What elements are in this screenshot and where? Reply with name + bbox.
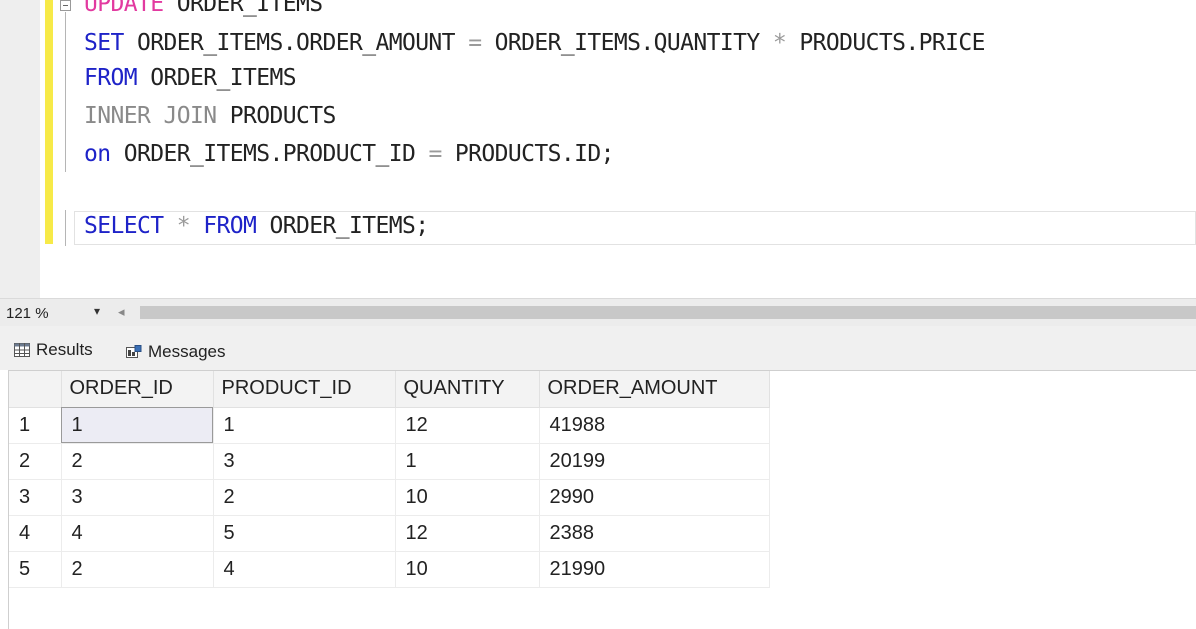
code-line[interactable]: UPDATE ORDER_ITEMS — [84, 0, 323, 19]
sql-text: PRODUCTS.ID; — [441, 141, 615, 167]
scroll-left-icon[interactable]: ◂ — [118, 304, 125, 320]
table-cell[interactable]: 3 — [61, 479, 214, 516]
editor-status-bar: 121 % ▾ ◂ — [0, 298, 1196, 327]
table-row[interactable]: 4 4 5 12 2388 — [9, 515, 770, 552]
table-cell[interactable]: 2388 — [539, 515, 770, 552]
table-cell[interactable]: 1 — [395, 443, 540, 480]
results-tabs: Results Messages — [0, 326, 1196, 370]
table-cell[interactable]: 3 — [213, 443, 396, 480]
row-number[interactable]: 1 — [9, 407, 62, 444]
fold-guide — [65, 210, 66, 246]
table-cell[interactable]: 12 — [395, 407, 540, 444]
sql-keyword: INNER JOIN — [84, 103, 217, 129]
table-cell[interactable]: 1 — [61, 407, 214, 444]
sql-keyword: * — [772, 30, 787, 56]
results-grid[interactable]: ORDER_ID PRODUCT_ID QUANTITY ORDER_AMOUN… — [8, 370, 1196, 629]
code-line[interactable]: FROM ORDER_ITEMS — [84, 63, 297, 93]
column-header-product-id[interactable]: PRODUCT_ID — [213, 371, 396, 408]
table-cell[interactable]: 12 — [395, 515, 540, 552]
table-cell[interactable]: 10 — [395, 551, 540, 588]
query-editor[interactable]: UPDATE ORDER_ITEMS SET ORDER_ITEMS.ORDER_… — [0, 0, 1196, 298]
tab-results-label: Results — [36, 340, 93, 359]
code-line[interactable]: INNER JOIN PRODUCTS — [84, 101, 336, 131]
sql-text: PRODUCTS — [216, 103, 337, 129]
table-cell[interactable]: 20199 — [539, 443, 770, 480]
results-table: ORDER_ID PRODUCT_ID QUANTITY ORDER_AMOUN… — [9, 371, 770, 588]
code-line[interactable]: SET ORDER_ITEMS.ORDER_AMOUNT = ORDER_ITE… — [84, 28, 985, 58]
collapse-icon[interactable] — [60, 0, 71, 11]
sql-text: ORDER_ITEMS.PRODUCT_ID — [110, 141, 429, 167]
fold-guide — [65, 12, 66, 172]
table-cell[interactable]: 2 — [213, 479, 396, 516]
row-number[interactable]: 4 — [9, 515, 62, 552]
tab-messages[interactable]: Messages — [126, 342, 225, 362]
table-row[interactable]: 5 2 4 10 21990 — [9, 551, 770, 588]
table-row[interactable]: 2 2 3 1 20199 — [9, 443, 770, 480]
tab-messages-label: Messages — [148, 342, 226, 361]
table-cell[interactable]: 1 — [213, 407, 396, 444]
row-number[interactable]: 2 — [9, 443, 62, 480]
table-cell[interactable]: 2990 — [539, 479, 770, 516]
code-line[interactable]: on ORDER_ITEMS.PRODUCT_ID = PRODUCTS.ID; — [84, 139, 615, 169]
sql-text: ORDER_ITEMS — [163, 0, 323, 17]
sql-keyword: FROM — [203, 213, 257, 239]
column-header-order-amount[interactable]: ORDER_AMOUNT — [539, 371, 770, 408]
table-cell[interactable]: 21990 — [539, 551, 770, 588]
sql-text: PRODUCTS.PRICE — [786, 30, 985, 56]
row-number[interactable]: 3 — [9, 479, 62, 516]
tab-results[interactable]: Results — [14, 340, 93, 360]
table-cell[interactable]: 4 — [213, 551, 396, 588]
zoom-level[interactable]: 121 % — [6, 305, 49, 322]
sql-keyword: FROM — [84, 65, 138, 91]
sql-text: ORDER_ITEMS.QUANTITY — [481, 30, 773, 56]
sql-keyword: * — [176, 213, 191, 239]
table-row[interactable]: 3 3 2 10 2990 — [9, 479, 770, 516]
caret-down-icon[interactable]: ▾ — [94, 304, 100, 318]
table-row[interactable]: 1 1 1 12 41988 — [9, 407, 770, 444]
grid-icon — [14, 343, 30, 357]
messages-icon — [126, 345, 142, 358]
sql-text: ORDER_ITEMS.ORDER_AMOUNT — [123, 30, 469, 56]
sql-keyword: = — [468, 30, 482, 56]
table-cell[interactable]: 10 — [395, 479, 540, 516]
row-number[interactable]: 5 — [9, 551, 62, 588]
sql-keyword: on — [84, 141, 111, 167]
sql-text: ORDER_ITEMS — [137, 65, 296, 91]
table-cell[interactable]: 41988 — [539, 407, 770, 444]
table-cell[interactable]: 4 — [61, 515, 214, 552]
sql-keyword: SELECT — [84, 213, 164, 239]
sql-keyword: UPDATE — [84, 0, 164, 17]
change-tracking-bar — [45, 0, 53, 244]
sql-keyword: = — [428, 141, 442, 167]
sql-text: ORDER_ITEMS; — [256, 213, 429, 239]
table-cell[interactable]: 5 — [213, 515, 396, 552]
column-header-rownum[interactable] — [9, 371, 62, 408]
sql-keyword: SET — [84, 30, 124, 56]
horizontal-scrollbar[interactable] — [140, 306, 1196, 319]
code-line[interactable]: SELECT * FROM ORDER_ITEMS; — [84, 211, 429, 241]
table-cell[interactable]: 2 — [61, 551, 214, 588]
column-header-order-id[interactable]: ORDER_ID — [61, 371, 214, 408]
table-cell[interactable]: 2 — [61, 443, 214, 480]
column-header-quantity[interactable]: QUANTITY — [395, 371, 540, 408]
editor-gutter — [0, 0, 40, 298]
header-row: ORDER_ID PRODUCT_ID QUANTITY ORDER_AMOUN… — [9, 371, 770, 408]
